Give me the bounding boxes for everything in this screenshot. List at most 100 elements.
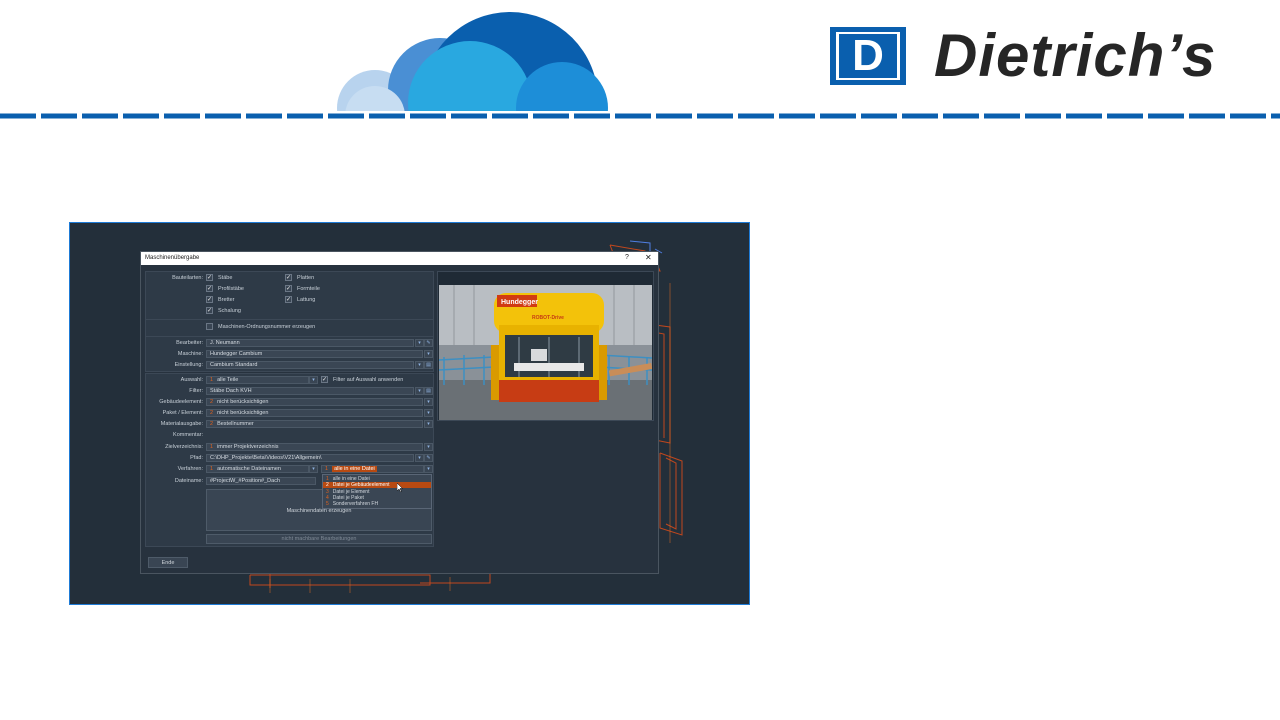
verfahren-label: Verfahren: bbox=[177, 466, 203, 472]
maschine-label: Maschine: bbox=[177, 351, 203, 357]
header-dashed-stripe bbox=[0, 113, 1280, 119]
brand-name: Dietrich’s bbox=[934, 22, 1217, 89]
einstellung-field[interactable]: Cambium Standard bbox=[206, 361, 414, 369]
bearbeiter-edit-icon[interactable]: ✎ bbox=[424, 339, 433, 347]
checkbox-staebe[interactable]: ✓ bbox=[206, 274, 213, 281]
gebaeudeelement-value: nicht berücksichtigen bbox=[217, 399, 269, 405]
gebaeudeelement-label: Gebäudeelement: bbox=[159, 399, 203, 405]
checkbox-filter-auswahl-label: Filter auf Auswahl anwenden bbox=[333, 377, 404, 383]
zielverzeichnis-value: immer Projektverzeichnis bbox=[217, 444, 279, 450]
auswahl-dropdown-button[interactable]: ▾ bbox=[309, 376, 318, 384]
bearbeiter-label: Bearbeiter: bbox=[176, 340, 203, 346]
auswahl-num: 1 bbox=[210, 377, 214, 383]
pfad-edit-icon[interactable]: ✎ bbox=[424, 454, 433, 462]
zielverzeichnis-field[interactable]: 1 immer Projektverzeichnis bbox=[206, 443, 423, 451]
einstellung-dropdown-button[interactable]: ▾ bbox=[415, 361, 424, 369]
pfad-field[interactable]: C:\DHP_Projekte\Beta\Videos\V21\Allgemei… bbox=[206, 454, 414, 462]
materialausgabe-num: 2 bbox=[210, 421, 214, 427]
dialog-titlebar: Maschinenübergabe ? ✕ bbox=[141, 252, 658, 265]
materialausgabe-field[interactable]: 2 Bestellnummer bbox=[206, 420, 423, 428]
materialausgabe-value: Bestellnummer bbox=[217, 421, 254, 427]
kommentar-label: Kommentar: bbox=[173, 432, 203, 438]
checkbox-formteile-label: Formteile bbox=[297, 286, 320, 292]
checkbox-profilstaebe[interactable]: ✓ bbox=[206, 285, 213, 292]
materialausgabe-dropdown-button[interactable]: ▾ bbox=[424, 420, 433, 428]
dropdown-option-num: 2 bbox=[326, 482, 329, 488]
filter-folder-icon[interactable]: ▤ bbox=[424, 387, 433, 395]
checkbox-lattung[interactable]: ✓ bbox=[285, 296, 292, 303]
verfahren-field[interactable]: 1 automatische Dateinamen bbox=[206, 465, 309, 473]
paket-field[interactable]: 2 nicht berücksichtigen bbox=[206, 409, 423, 417]
verfahren-mode-dropdown-button[interactable]: ▾ bbox=[424, 465, 433, 473]
auswahl-value: alle Teile bbox=[217, 377, 239, 383]
close-button[interactable]: ✕ bbox=[645, 253, 652, 262]
end-button-label: Ende bbox=[161, 560, 175, 566]
machine-brand-text: Hundegger bbox=[501, 299, 538, 306]
checkbox-formteile[interactable]: ✓ bbox=[285, 285, 292, 292]
logo-letter: D bbox=[839, 34, 897, 78]
software-screenshot: Maschinenübergabe ? ✕ Bauteilarten: ✓ St… bbox=[69, 222, 750, 605]
dropdown-option-num: 5 bbox=[326, 501, 329, 507]
verfahren-mode-num: 1 bbox=[325, 466, 329, 472]
machine-transfer-dialog: Maschinenübergabe ? ✕ Bauteilarten: ✓ St… bbox=[140, 251, 659, 574]
dropdown-option-selected[interactable]: 2 Datei je Gebäudeelement bbox=[323, 482, 431, 488]
paket-label: Paket / Element: bbox=[162, 410, 203, 416]
dateiname-label: Dateiname: bbox=[174, 478, 203, 484]
kommentar-field[interactable] bbox=[206, 431, 432, 439]
not-machinable-button[interactable]: nicht machbare Bearbeitungen bbox=[206, 534, 432, 544]
verfahren-mode-field[interactable]: 1 alle in eine Datei bbox=[321, 465, 424, 473]
checkbox-staebe-label: Stäbe bbox=[218, 275, 233, 281]
auswahl-label: Auswahl: bbox=[180, 377, 203, 383]
dialog-title: Maschinenübergabe bbox=[145, 255, 200, 261]
verfahren-mode-value: alle in eine Datei bbox=[332, 466, 377, 472]
einstellung-folder-icon[interactable]: ▤ bbox=[424, 361, 433, 369]
verfahren-num: 1 bbox=[210, 466, 214, 472]
bearbeiter-dropdown-button[interactable]: ▾ bbox=[415, 339, 424, 347]
not-machinable-label: nicht machbare Bearbeitungen bbox=[281, 536, 357, 542]
zielverzeichnis-label: Zielverzeichnis: bbox=[165, 444, 203, 450]
checkbox-bretter[interactable]: ✓ bbox=[206, 296, 213, 303]
checkbox-ordnungsnummer-label: Maschinen-Ordnungsnummer erzeugen bbox=[218, 324, 316, 330]
zielverzeichnis-dropdown-button[interactable]: ▾ bbox=[424, 443, 433, 451]
checkbox-filter-auswahl[interactable]: ✓ bbox=[321, 376, 328, 383]
filter-field[interactable]: Stäbe Dach KVH bbox=[206, 387, 414, 395]
dropdown-option-label: Datei je Gebäudeelement bbox=[332, 482, 390, 488]
gebaeudeelement-field[interactable]: 2 nicht berücksichtigen bbox=[206, 398, 423, 406]
dropdown-option[interactable]: 5 Sonderverfahren FH bbox=[323, 501, 431, 507]
help-button[interactable]: ? bbox=[625, 254, 629, 261]
bearbeiter-field[interactable]: J. Neumann bbox=[206, 339, 414, 347]
dropdown-option-label: Sonderverfahren FH bbox=[332, 501, 379, 507]
pfad-label: Pfad: bbox=[190, 455, 203, 461]
end-button[interactable]: Ende bbox=[148, 557, 188, 568]
header-cloud-graphic bbox=[330, 12, 630, 114]
checkbox-schalung[interactable]: ✓ bbox=[206, 307, 213, 314]
paket-num: 2 bbox=[210, 410, 214, 416]
paket-dropdown-button[interactable]: ▾ bbox=[424, 409, 433, 417]
checkbox-platten-label: Platten bbox=[297, 275, 315, 281]
machine-model-text: ROBOT-Drive bbox=[532, 315, 564, 321]
maschine-dropdown-button[interactable]: ▾ bbox=[424, 350, 433, 358]
checkbox-ordnungsnummer[interactable] bbox=[206, 323, 213, 330]
checkbox-bretter-label: Bretter bbox=[218, 297, 235, 303]
verfahren-value: automatische Dateinamen bbox=[217, 466, 281, 472]
verfahren-dropdown-list: 1 alle in eine Datei 2 Datei je Gebäudeele… bbox=[322, 474, 432, 509]
pfad-dropdown-button[interactable]: ▾ bbox=[415, 454, 424, 462]
maschine-field[interactable]: Hundegger Cambium bbox=[206, 350, 423, 358]
dateiname-field[interactable]: #ProjectW_#Position#_Dach bbox=[206, 477, 316, 485]
checkbox-schalung-label: Schalung bbox=[218, 308, 241, 314]
bauteilarten-label: Bauteilarten: bbox=[172, 275, 203, 281]
auswahl-field[interactable]: 1 alle Teile bbox=[206, 376, 309, 384]
zielverzeichnis-num: 1 bbox=[210, 444, 214, 450]
verfahren-dropdown-button[interactable]: ▾ bbox=[309, 465, 318, 473]
filter-label: Filter: bbox=[189, 388, 203, 394]
checkbox-lattung-label: Lattung bbox=[297, 297, 316, 303]
materialausgabe-label: Materialausgabe: bbox=[160, 421, 203, 427]
mouse-cursor-icon bbox=[397, 483, 403, 492]
einstellung-label: Einstellung: bbox=[174, 362, 203, 368]
filter-dropdown-button[interactable]: ▾ bbox=[415, 387, 424, 395]
logo-d-icon: D bbox=[830, 27, 906, 85]
paket-value: nicht berücksichtigen bbox=[217, 410, 269, 416]
company-logo: D Dietrich’s bbox=[830, 22, 1260, 89]
checkbox-platten[interactable]: ✓ bbox=[285, 274, 292, 281]
gebaeudeelement-dropdown-button[interactable]: ▾ bbox=[424, 398, 433, 406]
